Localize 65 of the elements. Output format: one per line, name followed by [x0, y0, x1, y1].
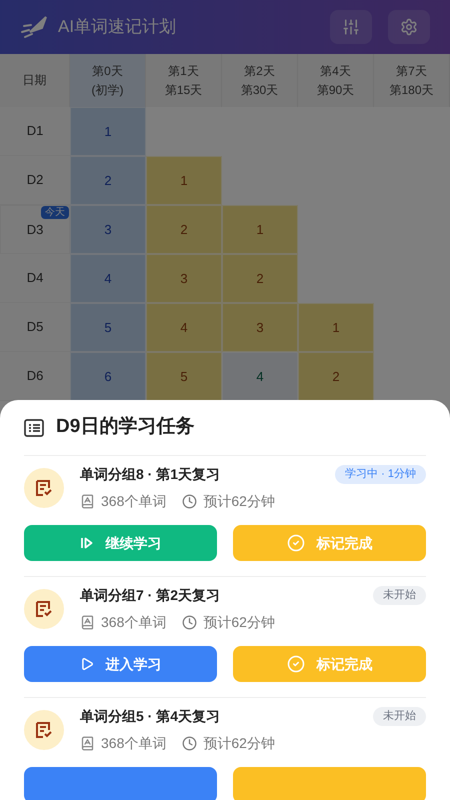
schedule-cell[interactable]: 4 [146, 303, 222, 352]
date-cell[interactable]: D5 [0, 303, 70, 352]
schedule-cell[interactable]: 2 [222, 254, 298, 303]
word-count: 368个单词 [101, 492, 166, 511]
check-circle-icon [286, 534, 304, 552]
settings-icon [400, 18, 418, 36]
column-header: 第4天 第90天 [298, 54, 374, 107]
date-cell[interactable]: D3 今天 [0, 205, 70, 254]
schedule-cell[interactable]: 1 [222, 205, 298, 254]
sliders-icon [342, 18, 360, 36]
schedule-cell[interactable]: 1 [298, 303, 374, 352]
study-button[interactable]: 进入学习 [24, 646, 217, 682]
date-cell[interactable]: D6 [0, 352, 70, 401]
list-icon [24, 418, 44, 436]
word-count: 368个单词 [101, 613, 166, 632]
column-header: 日期 [0, 54, 70, 107]
word-count: 368个单词 [101, 734, 166, 753]
status-badge: 学习中 · 1分钟 [335, 464, 426, 484]
app-title: AI单词速记计划 [58, 16, 176, 38]
checklist-icon [35, 721, 53, 739]
mark-complete-button[interactable]: 标记完成 [233, 525, 426, 561]
mark-complete-button[interactable]: 标记完成 [233, 646, 426, 682]
date-cell[interactable]: D2 [0, 156, 70, 205]
today-badge: 今天 [41, 206, 69, 219]
column-header: 第1天 第15天 [146, 54, 222, 107]
schedule-cell[interactable]: 2 [146, 205, 222, 254]
task-title: 单词分组8 · 第1天复习 [80, 464, 220, 484]
time-estimate: 预计62分钟 [203, 734, 275, 753]
schedule-cell[interactable]: 6 [70, 352, 146, 401]
study-button[interactable]: 继续学习 [24, 525, 217, 561]
schedule-cell[interactable]: 1 [70, 107, 146, 156]
schedule-cell[interactable]: 2 [70, 156, 146, 205]
schedule-cell[interactable]: 5 [70, 303, 146, 352]
task-title: 单词分组5 · 第4天复习 [80, 706, 220, 726]
schedule-cell[interactable]: 5 [146, 352, 222, 401]
book-icon [80, 494, 95, 509]
column-header: 第7天 第180天 [374, 54, 450, 107]
play-icon [80, 657, 94, 671]
column-header: 第0天 (初学) [70, 54, 146, 107]
checklist-icon [35, 600, 53, 618]
checklist-icon [35, 479, 53, 497]
clock-icon [182, 494, 198, 509]
status-badge: 未开始 [373, 586, 426, 604]
column-header: 第2天 第30天 [222, 54, 298, 107]
book-icon [80, 615, 95, 630]
date-cell[interactable]: D4 [0, 254, 70, 303]
clock-icon [182, 736, 198, 751]
schedule-cell[interactable]: 3 [146, 254, 222, 303]
schedule-cell[interactable]: 1 [146, 156, 222, 205]
status-badge: 未开始 [373, 706, 426, 726]
time-estimate: 预计62分钟 [203, 492, 275, 511]
rocket-icon [20, 14, 50, 40]
schedule-cell[interactable]: 3 [222, 303, 298, 352]
task-title: 单词分组7 · 第2天复习 [80, 586, 220, 604]
time-estimate: 预计62分钟 [203, 613, 275, 632]
schedule-cell[interactable]: 2 [298, 352, 374, 401]
schedule-cell[interactable]: 3 [70, 205, 146, 254]
clock-icon [182, 615, 198, 630]
date-cell[interactable]: D1 [0, 107, 70, 156]
check-circle-icon [286, 655, 304, 673]
sheet-title: D9日的学习任务 [56, 415, 194, 440]
schedule-cell[interactable]: 4 [222, 352, 298, 401]
book-icon [80, 736, 95, 751]
schedule-cell[interactable]: 4 [70, 254, 146, 303]
play-step-icon [80, 536, 94, 550]
